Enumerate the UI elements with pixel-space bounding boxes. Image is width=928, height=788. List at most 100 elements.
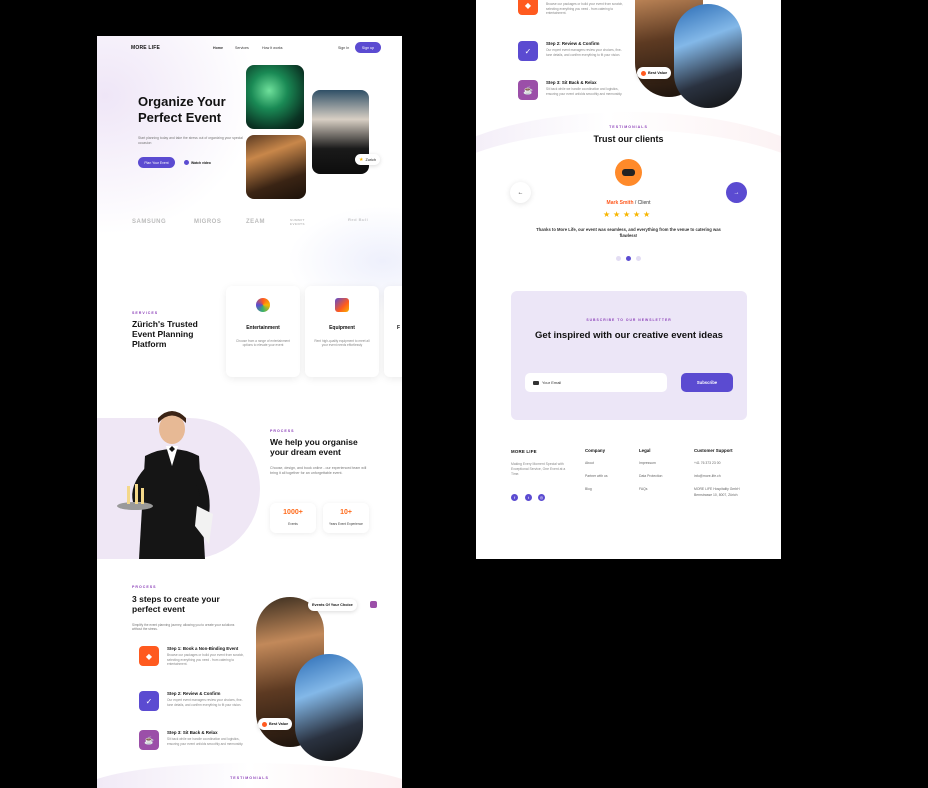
hero-photo-dj — [246, 65, 304, 129]
masks-icon — [256, 298, 270, 312]
canvas: MORE LIFE Home Services How It works Sig… — [0, 0, 928, 788]
step2-desc: Our expert event managers review your ch… — [167, 698, 243, 707]
footer-phone[interactable]: +41 76 373 23 00 — [694, 461, 721, 465]
card-title: Equipment — [329, 325, 355, 331]
badge-icon — [262, 721, 267, 727]
plan-event-button[interactable]: Plan Your Event — [138, 157, 175, 168]
watch-video-link[interactable]: Watch video — [184, 160, 211, 165]
footer-link-about[interactable]: About — [585, 461, 594, 465]
sign-in-link[interactable]: Sign In — [338, 46, 349, 50]
client-name: Mark Smith — [606, 200, 634, 206]
footer-legal-heading: Legal — [639, 448, 651, 453]
mail-icon — [533, 380, 539, 385]
speaker-icon — [335, 298, 349, 312]
tag-icon: ◆ — [139, 646, 159, 666]
client-name-row: Mark Smith / Client — [476, 200, 781, 206]
nav-home[interactable]: Home — [213, 46, 223, 50]
testimonial-quote: Thanks to More Life, our event was seaml… — [536, 227, 721, 239]
star-icon: ★ — [613, 210, 621, 219]
play-icon — [184, 160, 189, 165]
best-value-pill: Best Value — [258, 718, 293, 730]
steps-desc: Simplify the event planning journey, all… — [132, 623, 235, 632]
stat-years: 10+ Years Event Experience — [323, 503, 369, 533]
email-placeholder: Your Email — [542, 380, 562, 385]
brand-migros: MIGROS — [194, 219, 222, 225]
sign-up-button[interactable]: Sign up — [355, 42, 381, 53]
footer-about: Making Every Moment Special with Excepti… — [511, 462, 566, 476]
stat-label: Events — [288, 522, 298, 526]
stat-label: Years Event Experience — [329, 522, 363, 526]
footer-logo[interactable]: MORE LIFE — [511, 449, 537, 454]
step1-desc-cropped: Browse our packages or build your event … — [546, 2, 624, 16]
testimonials-eyebrow: TESTIMONIALS — [609, 125, 648, 129]
step2-title: Step 2: Review & Confirm — [546, 41, 600, 46]
service-card-partial[interactable]: F — [384, 286, 402, 377]
services-eyebrow: SERVICES — [132, 311, 159, 315]
value-pill-label: Best Value — [648, 71, 668, 75]
landing-page-right: ◆ Browse our packages or build your even… — [476, 0, 781, 559]
location-pill: ★ Zurich — [355, 154, 381, 165]
brand-samsung: SAMSUNG — [132, 219, 167, 225]
card-title: F — [397, 325, 401, 331]
footer-link-faqs[interactable]: FAQs — [639, 487, 647, 491]
waiter-image — [115, 406, 217, 559]
process-title: We help you organise your dream event — [270, 437, 358, 457]
step3-desc: Sit back while we handle coordination an… — [546, 87, 623, 96]
step3-desc: Sit back while we handle coordination an… — [167, 737, 244, 746]
hero-subtitle: Start planning today and take the stress… — [138, 136, 243, 145]
stat-events: 1000+ Events — [270, 503, 316, 533]
footer-company-name: MORE LIFE Hospitality GmbH — [694, 487, 740, 491]
card-title: Entertainment — [246, 325, 280, 331]
location-label: Zurich — [365, 157, 377, 162]
star-icon: ★ — [623, 210, 631, 219]
instagram-icon[interactable]: ◎ — [538, 494, 545, 501]
testimonials-title: Trust our clients — [593, 134, 664, 144]
logo[interactable]: MORE LIFE — [131, 45, 160, 51]
step2-desc: Our expert event managers review your ch… — [546, 48, 622, 57]
nav-how-it-works[interactable]: How It works — [262, 46, 283, 50]
star-icon: ★ — [643, 210, 651, 219]
events-choice-pill: Events Of Your Choice — [308, 599, 357, 611]
facebook-icon[interactable]: f — [511, 494, 518, 501]
process-desc: Choose, design, and book online - our ex… — [270, 466, 367, 476]
newsletter-eyebrow: SUBSCRIBE TO OUR NEWSLETTER — [586, 318, 672, 322]
footer-link-partner[interactable]: Partner with us — [585, 474, 608, 478]
carousel-dot[interactable] — [636, 256, 641, 261]
carousel-dot[interactable] — [616, 256, 621, 261]
events-pill-label: Events Of Your Choice — [312, 603, 353, 607]
stat-number: 1000+ — [283, 509, 303, 516]
step1-title: Step 1: Book a Non-Binding Event — [167, 646, 239, 651]
footer-email[interactable]: info@more-life.ch — [694, 474, 721, 478]
newsletter-title: Get inspired with our creative event ide… — [535, 330, 723, 341]
check-icon: ✓ — [139, 691, 159, 711]
star-icon: ★ — [359, 156, 364, 163]
subscribe-button[interactable]: Subscribe — [681, 373, 733, 392]
services-title: Zürich's Trusted Event Planning Platform — [132, 319, 198, 349]
check-icon: ✓ — [518, 41, 538, 61]
step1-desc: Browse our packages or build your event … — [167, 653, 245, 667]
footer-link-impressum[interactable]: Impressum — [639, 461, 656, 465]
step2-title: Step 2: Review & Confirm — [167, 691, 221, 696]
star-icon: ★ — [603, 210, 611, 219]
nav-services[interactable]: Services — [235, 46, 249, 50]
value-pill-label: Best Value — [269, 722, 289, 726]
email-input[interactable]: Your Email — [525, 373, 667, 392]
carousel-dot-active[interactable] — [626, 256, 631, 261]
hero-title-line2: Perfect Event — [138, 110, 222, 125]
relax-icon: ☕ — [139, 730, 159, 750]
client-role: / Client — [634, 200, 651, 206]
step3-title: Step 3: Sit Back & Relax — [546, 80, 597, 85]
client-avatar — [615, 159, 642, 186]
service-card-equipment[interactable]: Equipment Rent high-quality equipment to… — [305, 286, 379, 377]
relax-icon: ☕ — [518, 80, 538, 100]
footer-link-blog[interactable]: Blog — [585, 487, 592, 491]
step3-title: Step 3: Sit Back & Relax — [167, 730, 218, 735]
steps-title: 3 steps to create your perfect event — [132, 594, 220, 614]
twitter-icon[interactable]: t — [525, 494, 532, 501]
steps-photo-vr — [295, 654, 363, 761]
footer-address: Bernstrasse 10, 8007, Zürich — [694, 493, 738, 497]
service-card-entertainment[interactable]: Entertainment Choose from a range of ent… — [226, 286, 300, 377]
brand-zeam: ZEAM — [246, 219, 265, 225]
footer-link-data[interactable]: Data Protection — [639, 474, 662, 478]
footer-support-heading: Customer Support — [694, 448, 733, 453]
